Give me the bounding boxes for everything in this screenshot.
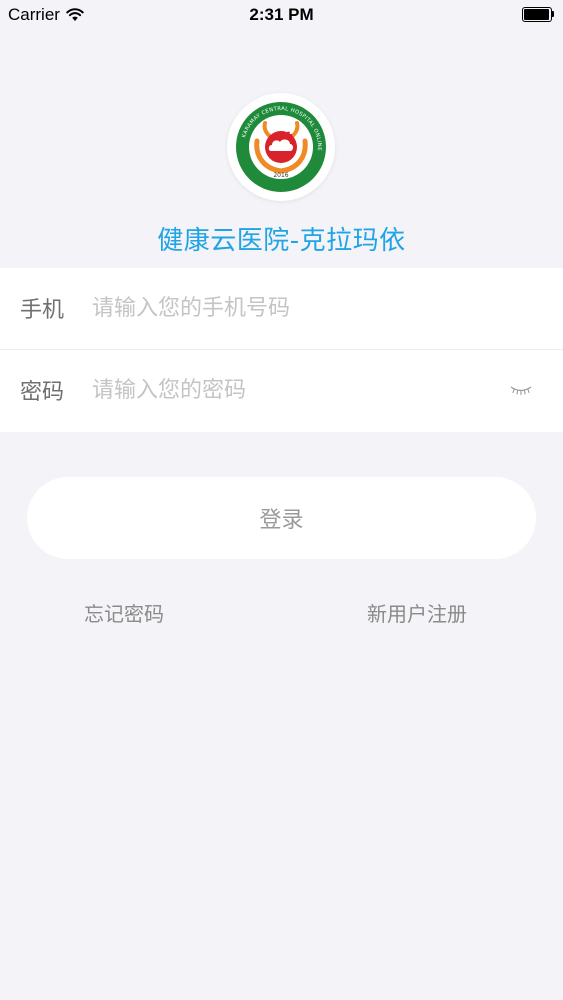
page-title: 健康云医院-克拉玛依 [157,226,406,256]
hospital-logo-icon: KARAMAY CENTRAL HOSPITAL ONLINE 2016 [236,102,326,192]
login-form: 手机 密码 [0,268,563,432]
forgot-password-link[interactable]: 忘记密码 [84,598,164,627]
phone-label: 手机 [20,298,65,323]
status-time: 2:31 PM [249,5,314,24]
phone-input[interactable] [92,288,502,328]
password-input[interactable] [92,370,502,410]
password-label: 密码 [20,380,65,405]
register-link[interactable]: 新用户注册 [367,598,467,627]
password-row: 密码 [0,350,563,432]
battery-icon [522,7,554,22]
status-bar: Carrier 2:31 PM [0,0,563,30]
logo-year-text: 2016 [273,172,288,179]
phone-row: 手机 [0,268,563,350]
hospital-logo: KARAMAY CENTRAL HOSPITAL ONLINE 2016 [227,93,335,201]
eye-closed-icon[interactable] [510,382,532,398]
login-button[interactable]: 登录 [27,477,536,559]
